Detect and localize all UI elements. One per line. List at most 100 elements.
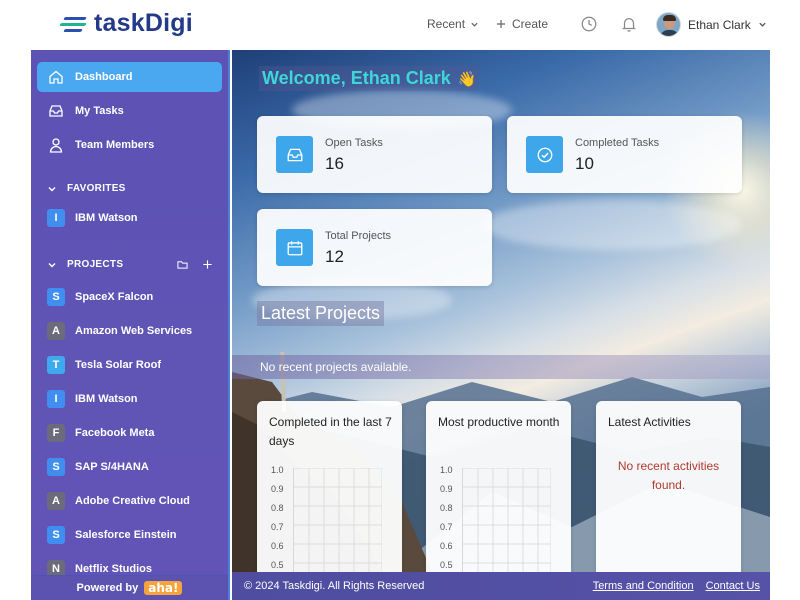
footer-links: Terms and Condition Contact Us <box>593 580 760 592</box>
folder-icon[interactable] <box>177 259 188 270</box>
y-tick-label: 0.9 <box>271 484 284 494</box>
dashboard-main: Welcome, Ethan Clark 👋 Open Tasks 16 Com… <box>232 50 770 572</box>
project-item-amazon-web-services[interactable]: A Amazon Web Services <box>37 316 222 346</box>
no-activities-message: No recent activities found. <box>617 459 720 492</box>
welcome-heading: Welcome, Ethan Clark 👋 <box>259 66 480 91</box>
user-icon <box>47 136 65 154</box>
latest-projects-title: Latest Projects <box>257 301 385 326</box>
stat-value: 16 <box>325 154 344 173</box>
stat-label: Completed Tasks <box>575 137 660 149</box>
inbox-icon <box>276 136 313 173</box>
project-label: SAP S/4HANA <box>75 461 149 473</box>
brand-name: taskDigi <box>94 9 193 37</box>
y-tick-label: 0.7 <box>440 522 453 532</box>
project-item-spacex-falcon[interactable]: S SpaceX Falcon <box>37 282 222 312</box>
user-menu[interactable]: Ethan Clark <box>656 12 767 37</box>
bell-icon[interactable] <box>620 15 638 33</box>
y-tick-label: 0.5 <box>271 560 284 570</box>
brand-logo[interactable]: taskDigi <box>58 9 193 38</box>
y-tick-label: 0.5 <box>440 560 453 570</box>
projects-tools <box>177 259 213 270</box>
stat-card-total-projects[interactable]: Total Projects 12 <box>257 209 492 286</box>
y-tick-label: 0.8 <box>440 503 453 513</box>
chart-axis: 1.0 0.9 0.8 0.7 0.6 0.5 <box>257 461 402 572</box>
add-project-icon[interactable] <box>202 259 213 270</box>
chevron-down-icon <box>48 262 56 267</box>
project-badge: F <box>47 424 65 442</box>
card-title: Most productive month <box>438 415 560 429</box>
calendar-icon <box>276 229 313 266</box>
project-label: Facebook Meta <box>75 427 155 439</box>
project-item-tesla-solar-roof[interactable]: T Tesla Solar Roof <box>37 350 222 380</box>
chart-grid <box>462 467 552 572</box>
avatar <box>656 12 681 37</box>
sidebar-item-dashboard[interactable]: Dashboard <box>37 62 222 92</box>
stat-label: Total Projects <box>325 230 392 242</box>
favorite-item-ibm-watson[interactable]: I IBM Watson <box>37 203 222 233</box>
app-frame: taskDigi Recent Create Ethan Clark Dashb… <box>31 0 770 600</box>
plus-icon <box>497 20 505 28</box>
project-label: SpaceX Falcon <box>75 291 154 303</box>
home-icon <box>47 68 65 86</box>
stat-value: 12 <box>325 247 344 266</box>
chart-axis: 1.0 0.9 0.8 0.7 0.6 0.5 <box>426 461 571 572</box>
project-badge: I <box>47 209 65 227</box>
y-tick-label: 1.0 <box>440 465 453 475</box>
stat-label: Open Tasks <box>325 137 383 149</box>
stat-value: 10 <box>575 154 594 173</box>
clock-icon[interactable] <box>580 15 598 33</box>
project-badge: I <box>47 390 65 408</box>
stat-card-completed-tasks[interactable]: Completed Tasks 10 <box>507 116 742 193</box>
project-label: Tesla Solar Roof <box>75 359 161 371</box>
sidebar: Dashboard My Tasks Team Members FAVORITE… <box>31 50 230 600</box>
sidebar-item-label: My Tasks <box>75 105 124 117</box>
project-badge: S <box>47 526 65 544</box>
projects-section-toggle[interactable]: PROJECTS <box>47 259 123 270</box>
chevron-down-icon <box>471 22 478 27</box>
project-item-facebook-meta[interactable]: F Facebook Meta <box>37 418 222 448</box>
project-item-sap-s4hana[interactable]: S SAP S/4HANA <box>37 452 222 482</box>
project-badge: T <box>47 356 65 374</box>
favorites-section-toggle[interactable]: FAVORITES <box>47 183 126 194</box>
y-tick-label: 0.6 <box>271 541 284 551</box>
y-tick-label: 0.8 <box>271 503 284 513</box>
project-item-ibm-watson[interactable]: I IBM Watson <box>37 384 222 414</box>
check-circle-icon <box>526 136 563 173</box>
create-button[interactable]: Create <box>496 17 548 31</box>
completed-7-days-card: Completed in the last 7 days 1.0 0.9 0.8… <box>257 401 402 572</box>
sidebar-item-label: Team Members <box>75 139 155 151</box>
terms-link[interactable]: Terms and Condition <box>593 580 694 592</box>
stat-card-open-tasks[interactable]: Open Tasks 16 <box>257 116 492 193</box>
powered-by-label: Powered by <box>76 582 139 594</box>
y-tick-label: 0.9 <box>440 484 453 494</box>
aha-logo[interactable]: aha! <box>144 581 183 595</box>
project-item-adobe-creative-cloud[interactable]: A Adobe Creative Cloud <box>37 486 222 516</box>
recent-menu[interactable]: Recent <box>427 17 479 31</box>
sidebar-item-label: Dashboard <box>75 71 133 83</box>
sidebar-item-team-members[interactable]: Team Members <box>37 130 222 160</box>
project-item-salesforce-einstein[interactable]: S Salesforce Einstein <box>37 520 222 550</box>
y-tick-label: 0.6 <box>440 541 453 551</box>
contact-link[interactable]: Contact Us <box>706 580 760 592</box>
project-label: Adobe Creative Cloud <box>75 495 190 507</box>
latest-activities-card: Latest Activities No recent activities f… <box>596 401 741 572</box>
most-productive-month-card: Most productive month 1.0 0.9 0.8 0.7 0.… <box>426 401 571 572</box>
user-name: Ethan Clark <box>688 17 751 32</box>
project-label: Amazon Web Services <box>75 325 193 337</box>
no-projects-message: No recent projects available. <box>232 355 770 379</box>
sidebar-item-my-tasks[interactable]: My Tasks <box>37 96 222 126</box>
project-badge: S <box>47 288 65 306</box>
project-label: Netflix Studios <box>75 563 153 575</box>
recent-label: Recent <box>427 17 466 31</box>
y-tick-label: 1.0 <box>271 465 284 475</box>
background-cloud <box>482 200 742 250</box>
welcome-text: Welcome, Ethan Clark <box>262 68 451 88</box>
footer: © 2024 Taskdigi. All Rights Reserved Ter… <box>232 572 770 600</box>
chart-grid <box>293 467 383 572</box>
projects-label: PROJECTS <box>67 259 124 270</box>
chevron-down-icon <box>48 186 56 191</box>
wave-emoji: 👋 <box>457 71 477 88</box>
project-label: Salesforce Einstein <box>75 529 177 541</box>
card-title: Completed in the last 7 days <box>269 415 392 448</box>
y-tick-label: 0.7 <box>271 522 284 532</box>
